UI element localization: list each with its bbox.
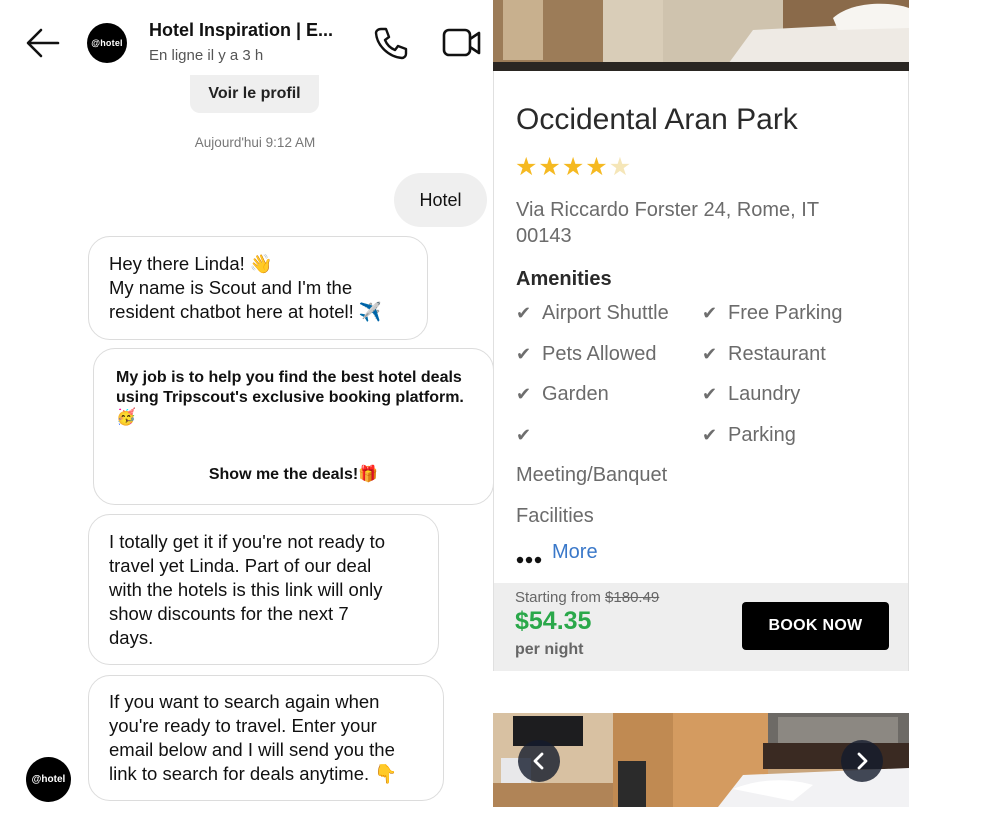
message-line: I totally get it if you're not ready to: [109, 531, 386, 552]
per-night-label: per night: [515, 641, 584, 658]
message-line: link to search for deals anytime. 👇: [109, 763, 398, 784]
message-line: travel yet Linda. Part of our deal: [109, 555, 372, 576]
book-now-button[interactable]: BOOK NOW: [742, 602, 889, 650]
hotel-address: Via Riccardo Forster 24, Rome, IT 00143: [516, 199, 819, 247]
amenity-item-text: Facilities: [516, 505, 594, 527]
amenity-item: ✔ Parking: [702, 424, 796, 446]
amenity-item: ✔ Restaurant: [702, 343, 826, 365]
more-link[interactable]: More: [552, 541, 598, 563]
starting-from-label: Starting from $180.49: [515, 589, 660, 606]
message-line: with the hotels is this link will only: [109, 579, 383, 600]
hotel-name[interactable]: Occidental Aran Park: [516, 103, 798, 137]
hotel-card[interactable]: Occidental Aran Park ★ ★ ★ ★ ★ Via Ricca…: [493, 71, 909, 671]
amenity-item: ✔ Airport Shuttle: [516, 302, 669, 324]
star-icon: ★: [515, 153, 538, 181]
hotel-photo-top[interactable]: [493, 0, 909, 71]
gallery-next-button[interactable]: [841, 740, 883, 782]
message-text: My job is to help you find the best hote…: [116, 369, 464, 426]
check-icon: ✔: [516, 344, 532, 364]
amenity-item: ✔ Pets Allowed: [516, 343, 657, 365]
bot-message-email-prompt[interactable]: If you want to search again when you're …: [88, 675, 444, 801]
price-footer: Starting from $180.49 $54.35 per night B…: [494, 583, 908, 671]
amenity-item: ✔ Garden: [516, 383, 609, 405]
amenity-item: ✔ Laundry: [702, 383, 801, 405]
amenities-heading: Amenities: [516, 268, 612, 290]
bot-message-card[interactable]: My job is to help you find the best hote…: [93, 348, 494, 505]
check-icon: ✔: [702, 425, 718, 445]
message-line: you're ready to travel. Enter your: [109, 715, 377, 736]
bot-message-greeting[interactable]: Hey there Linda! 👋 My name is Scout and …: [88, 236, 428, 340]
view-profile-button[interactable]: Voir le profil: [190, 75, 319, 113]
check-icon: ✔: [516, 425, 532, 445]
hotel-photo-gallery[interactable]: [493, 713, 909, 807]
message-line: My name is Scout and I'm the: [109, 277, 353, 298]
amenity-item: ✔: [516, 424, 542, 447]
check-icon: ✔: [702, 303, 718, 323]
phone-icon[interactable]: [373, 25, 409, 61]
current-price: $54.35: [515, 607, 592, 635]
chevron-right-icon: [857, 752, 868, 770]
user-message-bubble[interactable]: Hotel: [394, 173, 487, 227]
conversation-title[interactable]: Hotel Inspiration | E...: [149, 20, 344, 41]
video-camera-icon[interactable]: [442, 25, 482, 61]
star-icon: ★: [538, 153, 561, 181]
check-icon: ✔: [702, 384, 718, 404]
star-icon: ★: [561, 153, 585, 181]
message-line: resident chatbot here at hotel! ✈️: [109, 301, 382, 322]
message-line: show discounts for the next 7: [109, 603, 349, 624]
message-line: days.: [109, 627, 154, 648]
check-icon: ✔: [702, 344, 718, 364]
star-icon: ★: [585, 153, 608, 181]
check-icon: ✔: [516, 384, 532, 404]
star-empty-icon: ★: [608, 153, 632, 181]
old-price: $180.49: [605, 589, 660, 606]
chevron-left-icon: [533, 752, 544, 770]
message-line: If you want to search again when: [109, 691, 380, 712]
bot-message-deal-info[interactable]: I totally get it if you're not ready to …: [88, 514, 439, 665]
message-timestamp: Aujourd'hui 9:12 AM: [194, 135, 316, 150]
more-amenities[interactable]: More: [516, 541, 598, 564]
show-deals-button[interactable]: Show me the deals!🎁: [94, 463, 493, 487]
check-icon: ✔: [516, 303, 532, 323]
star-rating: ★ ★ ★ ★ ★: [515, 153, 631, 181]
back-arrow-icon[interactable]: [24, 26, 62, 60]
online-status: En ligne il y a 3 h: [149, 47, 264, 64]
ellipsis-icon: [516, 547, 542, 563]
message-line: Hey there Linda! 👋: [109, 253, 273, 274]
bot-avatar[interactable]: @hotel: [26, 757, 71, 802]
gallery-previous-button[interactable]: [518, 740, 560, 782]
header-avatar[interactable]: @hotel: [87, 23, 127, 63]
amenity-item-text: Meeting/Banquet: [516, 464, 668, 486]
message-line: email below and I will send you the: [109, 739, 395, 760]
amenity-item: ✔ Free Parking: [702, 302, 843, 324]
